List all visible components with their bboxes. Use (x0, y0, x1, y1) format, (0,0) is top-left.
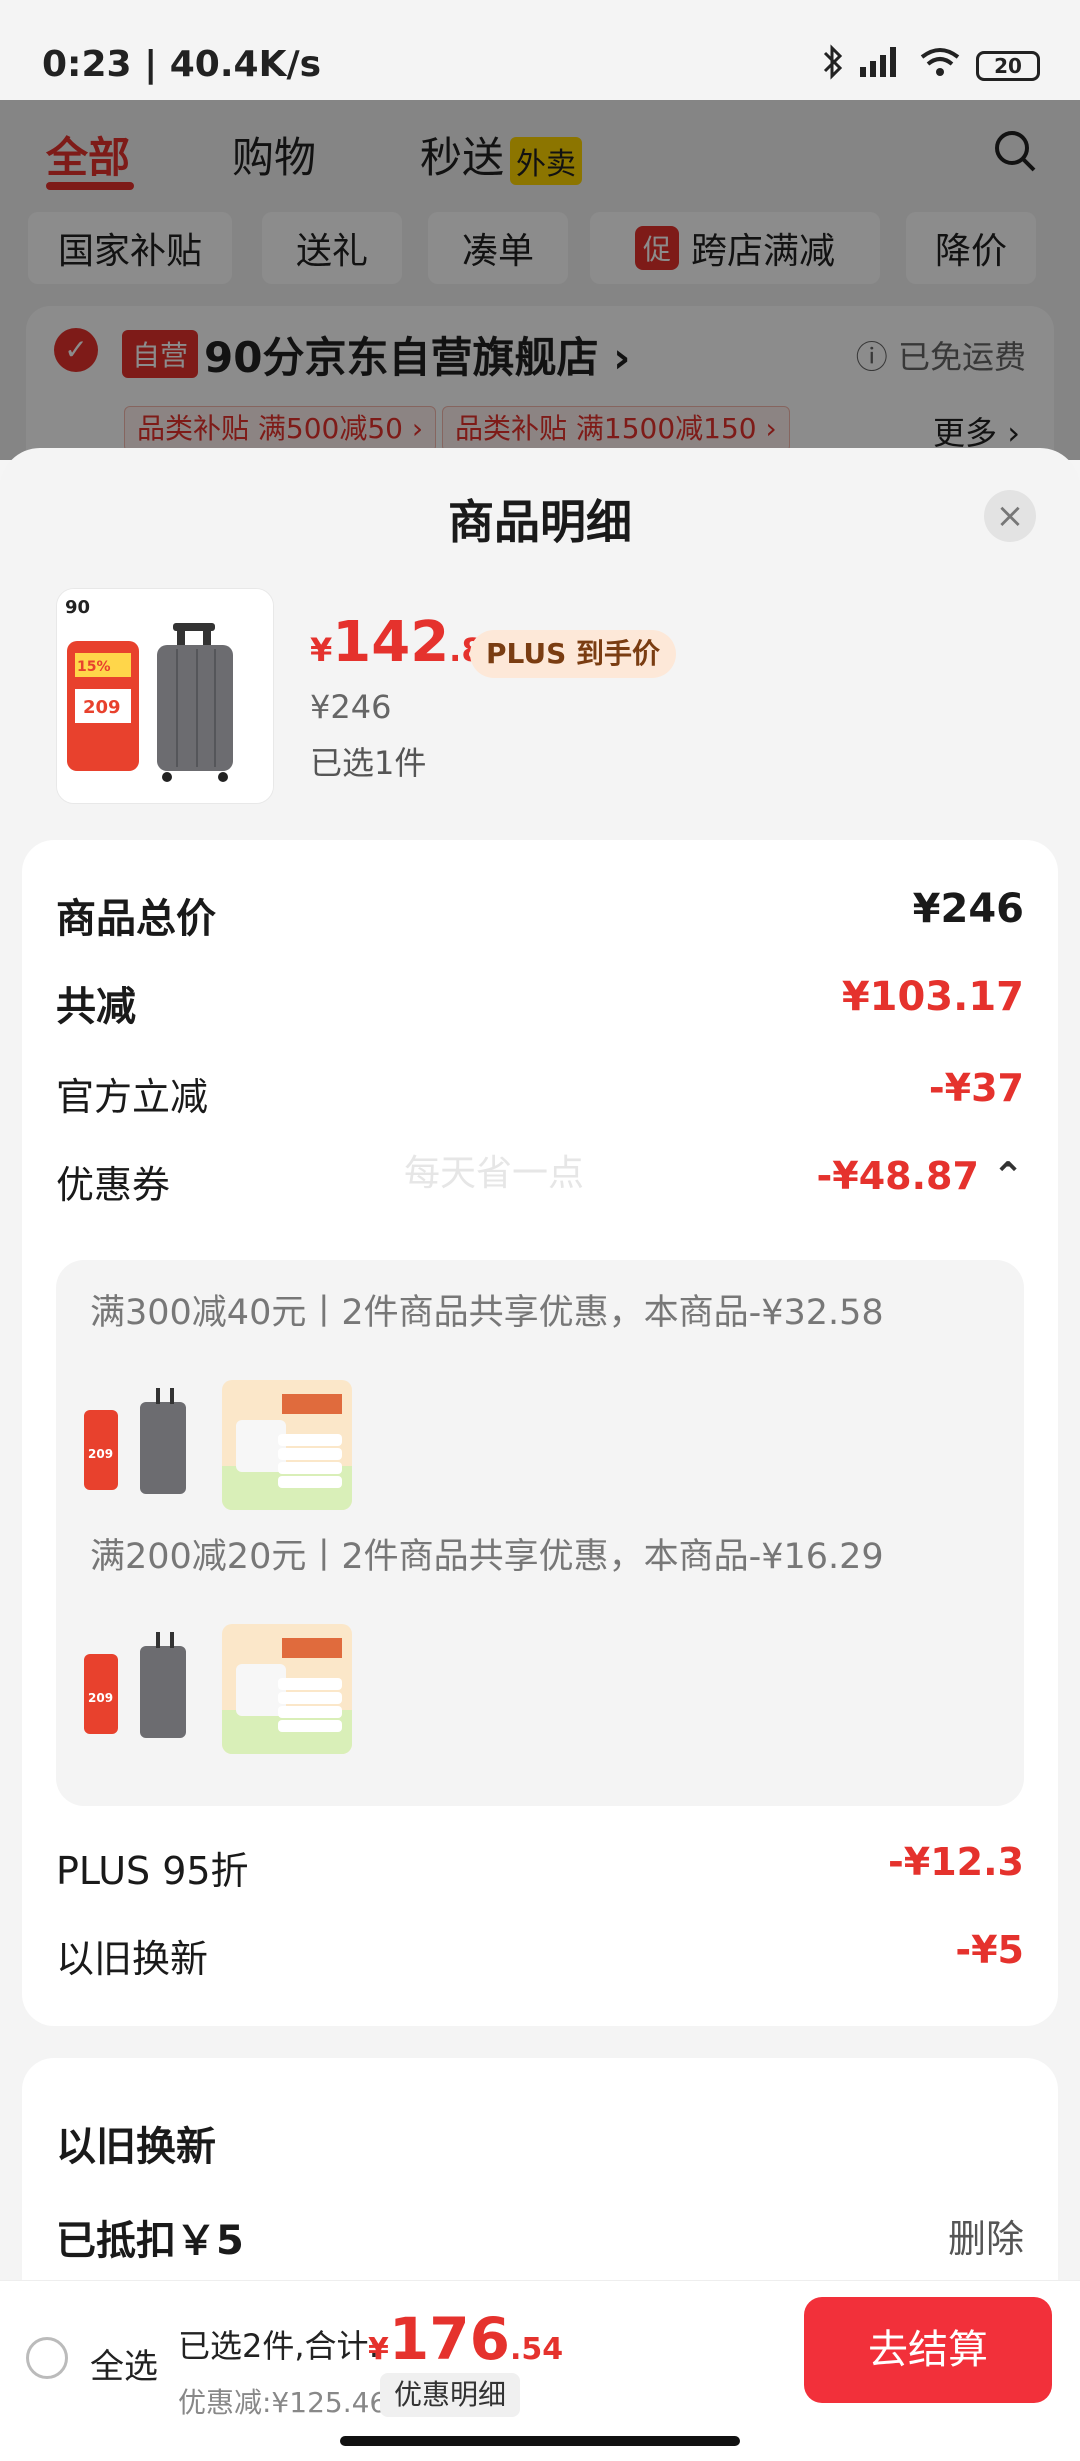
coupon-value: -¥48.87 (816, 1154, 979, 1198)
reduce-label: 共减 (56, 984, 136, 1030)
battery-icon: 20 (976, 51, 1040, 81)
bluetooth-icon (822, 44, 844, 88)
discount-detail-button[interactable]: 优惠明细 (380, 2373, 521, 2417)
chevron-up-icon: ⌃ (992, 1154, 1024, 1198)
svg-text:209: 209 (83, 697, 121, 718)
product-detail-sheet: 商品明细 × 90 15% 209 ¥142.83 PLUS 到手价 ¥246 … (0, 448, 1080, 2460)
total-label: 商品总价 (56, 896, 216, 942)
cellular-signal-icon (858, 45, 904, 87)
price-breakdown-card: 商品总价 ¥246 共减 ¥103.17 官方立减 -¥37 每天省一点 优惠券… (22, 840, 1058, 2026)
delete-button[interactable]: 删除 (948, 2208, 1024, 2263)
coupon-label: 优惠券 (56, 1163, 171, 1207)
official-discount-value: -¥37 (928, 1066, 1024, 1110)
luggage-thumbnail: 209 (78, 1380, 208, 1510)
coupon-rule-300: 满300减40元丨2件商品共享优惠，本商品-¥32.58 (90, 1293, 884, 1333)
plus-discount-label: PLUS 95折 (56, 1849, 249, 1893)
checkout-bar: 全选 已选2件,合计: ¥176.54 优惠减:¥125.46 优惠明细 去结算 (0, 2280, 1080, 2461)
luggage-thumbnail: 209 (78, 1624, 208, 1754)
svg-text:90: 90 (65, 597, 90, 618)
sheet-title: 商品明细 (448, 495, 632, 549)
plus-price-tag: PLUS 到手价 (470, 630, 677, 678)
price-yen: ¥ (310, 631, 333, 669)
coupon-rule-200: 满200减20元丨2件商品共享优惠，本商品-¥16.29 (90, 1537, 884, 1577)
original-price: ¥246 (310, 688, 392, 726)
towel-thumbnail (222, 1380, 352, 1510)
product-image: 90 15% 209 (56, 588, 274, 804)
svg-text:209: 209 (88, 1691, 113, 1705)
discount-summary: 优惠减:¥125.46 (178, 2386, 388, 2419)
overlay-dim[interactable] (0, 100, 1080, 460)
towel-thumbnail (222, 1624, 352, 1754)
home-indicator[interactable] (340, 2436, 740, 2446)
sum-int: 176 (388, 2305, 510, 2373)
status-icons: 20 (822, 44, 1040, 88)
sum-price: ¥176.54 (368, 2305, 563, 2373)
battery-level: 20 (994, 54, 1022, 78)
price-int: 142 (332, 610, 450, 675)
tradein-value: -¥5 (955, 1928, 1024, 1972)
coupon-toggle[interactable]: -¥48.87 ⌃ (817, 1154, 1025, 1198)
select-all-label[interactable]: 全选 (90, 2339, 158, 2388)
selected-count: 已选1件 (310, 744, 427, 782)
tradein-title: 以旧换新 (56, 2124, 216, 2170)
official-discount-label: 官方立减 (56, 1075, 209, 1119)
wifi-icon (918, 45, 962, 87)
status-time: 0:23 | 40.4K/s (42, 44, 322, 85)
select-all-radio[interactable] (26, 2337, 68, 2379)
sum-yen: ¥ (368, 2332, 389, 2367)
sum-dec: .54 (509, 2332, 564, 2367)
tradein-label: 以旧换新 (56, 1937, 209, 1981)
plus-discount-value: -¥12.3 (888, 1840, 1024, 1884)
reduce-value: ¥103.17 (841, 974, 1024, 1020)
total-value: ¥246 (912, 886, 1024, 932)
svg-text:15%: 15% (77, 659, 111, 675)
svg-text:209: 209 (88, 1447, 113, 1461)
deducted-amount: 已抵扣￥5 (56, 2218, 244, 2264)
sum-label: 已选2件,合计: (178, 2327, 380, 2365)
checkout-button[interactable]: 去结算 (804, 2297, 1052, 2403)
coupon-details: 满300减40元丨2件商品共享优惠，本商品-¥32.58 209 满200减20… (56, 1260, 1024, 1806)
watermark: 每天省一点 (404, 1153, 585, 1194)
status-bar: 0:23 | 40.4K/s 20 (0, 0, 1080, 100)
close-icon[interactable]: × (984, 490, 1036, 542)
